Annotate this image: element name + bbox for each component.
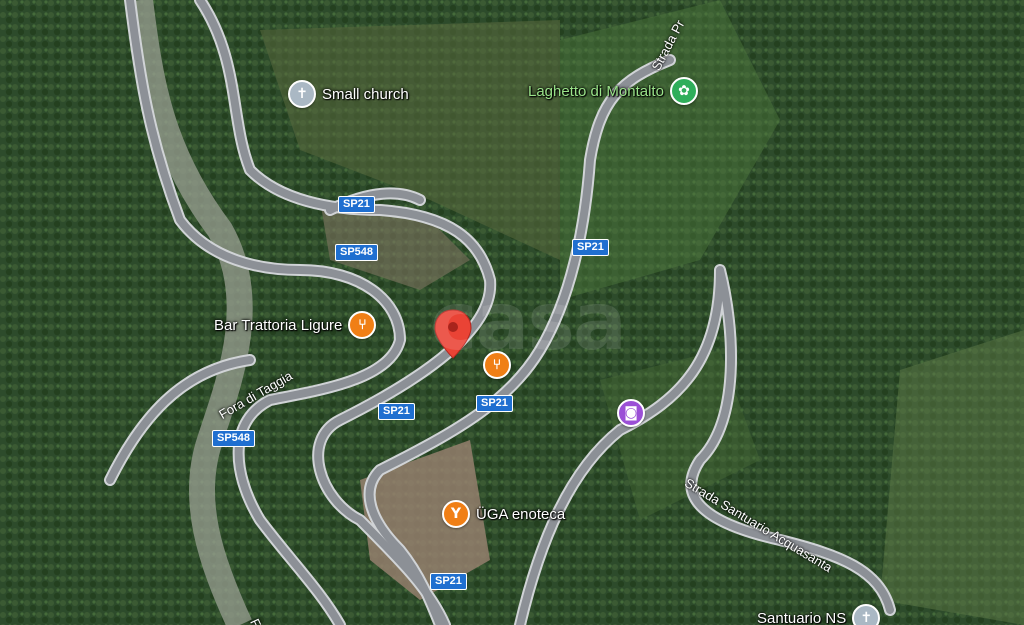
cross-icon: ✝: [288, 80, 316, 108]
camera-icon: ◙: [617, 399, 645, 427]
poi-uga-enoteca[interactable]: Y ÜGA enoteca: [442, 500, 565, 528]
watermark: casa: [430, 275, 627, 368]
poi-label: Small church: [322, 85, 409, 103]
poi-label: Laghetto di Montalto: [528, 82, 664, 100]
poi-label: Santuario NS: [757, 609, 847, 625]
restaurant-icon: ⑂: [348, 311, 377, 339]
poi-santuario-ns[interactable]: ✝ Santuario NS: [757, 604, 881, 625]
poi-viewpoint[interactable]: ◙: [617, 399, 645, 427]
road-shield: SP21: [572, 239, 609, 256]
poi-label: ÜGA enoteca: [476, 505, 566, 523]
cross-icon: ✝: [852, 604, 881, 625]
road-shield: SP548: [212, 430, 256, 447]
road-shield: SP21: [430, 573, 467, 590]
poi-label: Bar Trattoria Ligure: [214, 316, 343, 334]
park-icon: ✿: [669, 77, 698, 105]
poi-small-church[interactable]: ✝ Small church: [288, 80, 409, 108]
poi-laghetto-di-montalto[interactable]: ✿ Laghetto di Montalto: [528, 77, 698, 105]
road-shield: SP21: [378, 403, 415, 420]
poi-restaurant[interactable]: ⑂: [483, 351, 511, 379]
road-shield: SP21: [476, 395, 513, 412]
road-shield: SP548: [335, 244, 379, 261]
map-canvas[interactable]: casa Strada Pr Fora di Taggia Strada San…: [0, 0, 1024, 625]
road-shield: SP21: [338, 196, 375, 213]
wine-icon: Y: [442, 500, 470, 528]
poi-bar-trattoria-ligure[interactable]: ⑂ Bar Trattoria Ligure: [214, 311, 377, 339]
restaurant-icon: ⑂: [483, 351, 511, 379]
